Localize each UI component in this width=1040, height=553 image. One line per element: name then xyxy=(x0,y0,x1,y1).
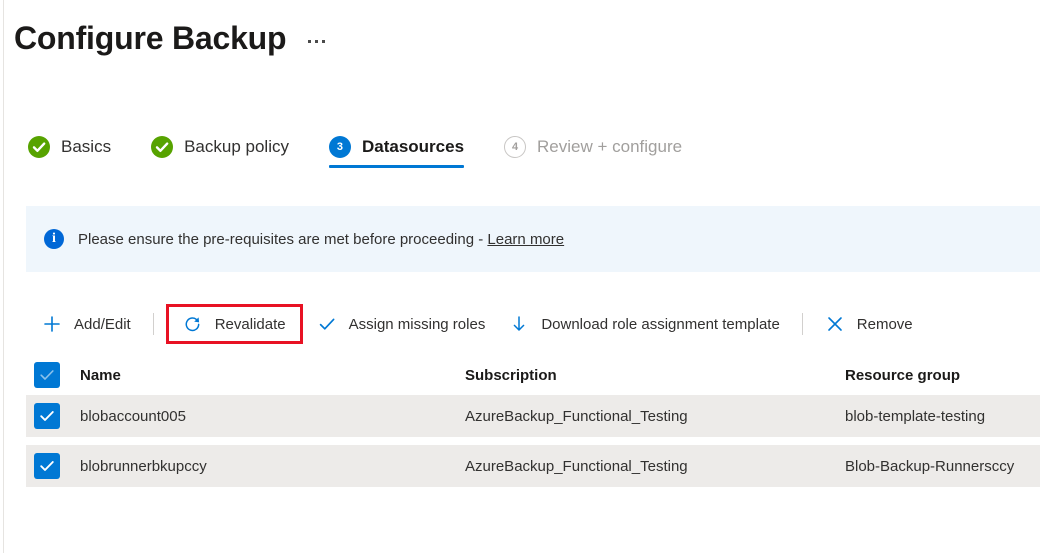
step-number-icon: 3 xyxy=(329,136,351,158)
tab-label: Backup policy xyxy=(184,137,289,157)
breadcrumb[interactable]: Home > Backup vaults > Backup vault > Co… xyxy=(26,0,666,2)
toolbar-divider xyxy=(802,313,803,335)
remove-button[interactable]: Remove xyxy=(813,306,925,342)
checkmark-icon xyxy=(38,407,56,425)
cmd-label: Revalidate xyxy=(215,316,286,333)
assign-missing-roles-button[interactable]: Assign missing roles xyxy=(305,306,498,342)
cell-resource-group: blob-template-testing xyxy=(845,408,1040,425)
banner-message: Please ensure the pre-requisites are met… xyxy=(78,231,564,248)
plus-icon xyxy=(42,314,62,334)
revalidate-button[interactable]: Revalidate xyxy=(177,311,292,337)
tab-label: Basics xyxy=(61,137,111,157)
page-title: Configure Backup xyxy=(14,18,286,58)
more-commands-ellipsis-icon[interactable] xyxy=(304,34,329,49)
cell-resource-group: Blob-Backup-Runnersccy xyxy=(845,458,1040,475)
add-edit-button[interactable]: Add/Edit xyxy=(30,306,143,342)
wizard-tabs: Basics Backup policy 3 Datasources 4 Rev… xyxy=(22,132,700,170)
learn-more-link[interactable]: Learn more xyxy=(487,231,564,248)
table-row[interactable]: blobrunnerbkupccy AzureBackup_Functional… xyxy=(26,445,1040,487)
title-row: Configure Backup xyxy=(14,18,329,58)
checkmark-icon xyxy=(38,457,56,475)
blade-left-border xyxy=(3,0,4,553)
check-icon xyxy=(317,314,337,334)
prerequisites-info-banner: i Please ensure the pre-requisites are m… xyxy=(26,206,1040,272)
check-circle-icon xyxy=(151,136,173,158)
table-row[interactable]: blobaccount005 AzureBackup_Functional_Te… xyxy=(26,395,1040,437)
cell-name: blobaccount005 xyxy=(80,408,465,425)
column-header-name[interactable]: Name xyxy=(80,367,465,384)
download-icon xyxy=(509,314,529,334)
column-header-subscription[interactable]: Subscription xyxy=(465,367,845,384)
cmd-label: Remove xyxy=(857,316,913,333)
toolbar-divider xyxy=(153,313,154,335)
command-toolbar: Add/Edit Revalidate Assign missing roles xyxy=(30,303,925,345)
column-header-resource-group[interactable]: Resource group xyxy=(845,367,1040,384)
cmd-label: Add/Edit xyxy=(74,316,131,333)
banner-message-text: Please ensure the pre-requisites are met… xyxy=(78,231,487,248)
step-number-icon: 4 xyxy=(504,136,526,158)
row-separator xyxy=(26,437,1040,445)
configure-backup-blade: Home > Backup vaults > Backup vault > Co… xyxy=(0,0,1040,553)
checkmark-icon xyxy=(38,366,56,384)
revalidate-highlight-box: Revalidate xyxy=(166,304,303,344)
cell-subscription: AzureBackup_Functional_Testing xyxy=(465,458,845,475)
check-circle-icon xyxy=(28,136,50,158)
info-icon: i xyxy=(44,229,64,249)
table-header-row: Name Subscription Resource group xyxy=(26,355,1040,395)
datasources-table: Name Subscription Resource group blobacc… xyxy=(26,355,1040,487)
tab-datasources[interactable]: 3 Datasources xyxy=(323,132,482,170)
row-checkbox[interactable] xyxy=(34,453,60,479)
select-all-checkbox[interactable] xyxy=(34,362,60,388)
refresh-icon xyxy=(183,314,203,334)
cell-name: blobrunnerbkupccy xyxy=(80,458,465,475)
cmd-label: Download role assignment template xyxy=(541,316,779,333)
row-checkbox[interactable] xyxy=(34,403,60,429)
cell-subscription: AzureBackup_Functional_Testing xyxy=(465,408,845,425)
download-role-assignment-template-button[interactable]: Download role assignment template xyxy=(497,306,791,342)
tab-basics[interactable]: Basics xyxy=(22,132,129,170)
tab-review-configure[interactable]: 4 Review + configure xyxy=(498,132,700,170)
tab-backup-policy[interactable]: Backup policy xyxy=(145,132,307,170)
tab-label: Review + configure xyxy=(537,137,682,157)
tab-label: Datasources xyxy=(362,137,464,157)
cmd-label: Assign missing roles xyxy=(349,316,486,333)
close-icon xyxy=(825,314,845,334)
